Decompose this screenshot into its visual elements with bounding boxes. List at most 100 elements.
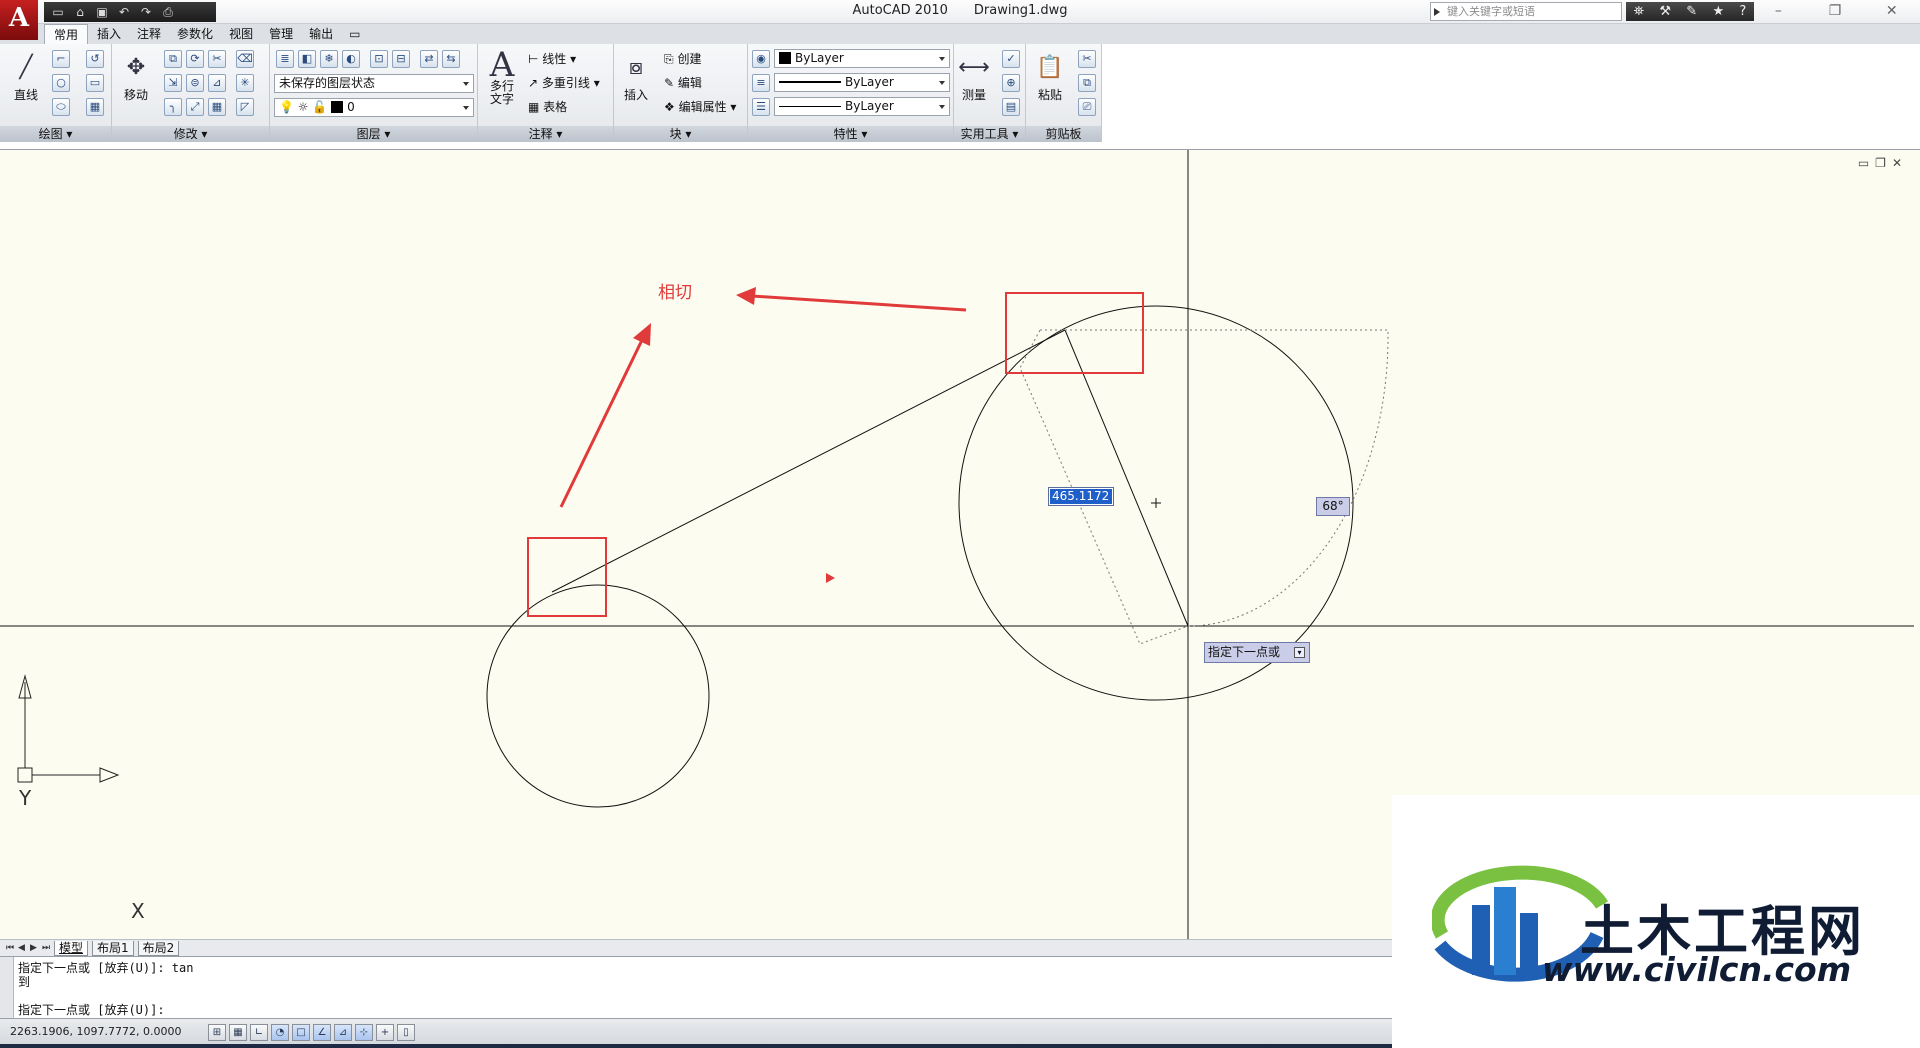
dynamic-input-icon[interactable]: ⊹ xyxy=(355,1024,373,1041)
tab-parametric[interactable]: 参数化 xyxy=(170,24,220,44)
grid-display-icon[interactable]: ▦ xyxy=(229,1024,247,1041)
tooltip-options-icon[interactable]: ▾ xyxy=(1294,647,1305,658)
rotate-icon[interactable]: ⟳ xyxy=(186,50,204,68)
copy-clip-icon[interactable]: ⧉ xyxy=(1078,74,1096,92)
rectangle-icon[interactable]: ▭ xyxy=(86,74,104,92)
lineweight-toggle-icon[interactable]: + xyxy=(376,1024,394,1041)
cut-icon[interactable]: ✂ xyxy=(1078,50,1096,68)
offset-icon[interactable]: ⊜ xyxy=(186,74,204,92)
ortho-mode-icon[interactable]: ∟ xyxy=(250,1024,268,1041)
snap-mode-icon[interactable]: ⊞ xyxy=(208,1024,226,1041)
layer-walk-icon[interactable]: ⇆ xyxy=(442,50,460,68)
tab-output[interactable]: 输出 xyxy=(302,24,340,44)
redo-icon[interactable]: ↷ xyxy=(138,5,154,19)
erase-icon[interactable]: ⌫ xyxy=(236,50,254,68)
polar-tracking-icon[interactable]: ◔ xyxy=(271,1024,289,1041)
last-tab-icon[interactable]: ⏭ xyxy=(42,943,50,953)
help-icon[interactable]: ? xyxy=(1739,4,1746,19)
circle-icon[interactable]: ○ xyxy=(52,74,70,92)
distance-input[interactable]: 465.1172 xyxy=(1048,487,1114,506)
tab-view[interactable]: 视图 xyxy=(222,24,260,44)
match-properties-icon[interactable]: ⎚ xyxy=(1078,98,1096,116)
layer-lock-icon[interactable]: ⊡ xyxy=(370,50,388,68)
undo-icon[interactable]: ↶ xyxy=(116,5,132,19)
layer-unlock-icon[interactable]: ⊟ xyxy=(392,50,410,68)
binoculars-icon[interactable]: ⛯ xyxy=(1634,4,1644,19)
panel-draw-label[interactable]: 绘图 ▾ xyxy=(0,126,111,142)
command-prompt[interactable]: 指定下一点或 [放弃(U)]: xyxy=(18,1001,165,1018)
layer-match-icon[interactable]: ⇄ xyxy=(420,50,438,68)
tab-model[interactable]: 模型 xyxy=(54,940,89,956)
layer-isolate-icon[interactable]: ◧ xyxy=(298,50,316,68)
angle-input[interactable]: 68° xyxy=(1316,497,1350,516)
panel-layer-label[interactable]: 图层 ▾ xyxy=(270,126,477,142)
hatch-icon[interactable]: ▦ xyxy=(86,98,104,116)
object-snap-icon[interactable]: □ xyxy=(292,1024,310,1041)
copy-icon[interactable]: ⧉ xyxy=(164,50,182,68)
quick-properties-icon[interactable]: ▯ xyxy=(397,1024,415,1041)
paste-button[interactable]: 📋 粘贴 xyxy=(1030,46,1070,103)
color-select[interactable]: ByLayer xyxy=(774,49,950,68)
panel-utilities-label[interactable]: 实用工具 ▾ xyxy=(954,126,1025,142)
layer-state-select[interactable]: 未保存的图层状态 xyxy=(274,74,474,93)
lineweight-icon[interactable]: ☰ xyxy=(752,98,770,116)
arc-icon[interactable]: ↺ xyxy=(86,50,104,68)
open-icon[interactable]: ⌂ xyxy=(72,5,88,19)
quick-select-icon[interactable]: ✓ xyxy=(1002,50,1020,68)
move-tool-button[interactable]: ✥ 移动 xyxy=(116,46,156,103)
ribbon-minimize-icon[interactable]: ▭ xyxy=(342,24,367,44)
command-line-grip[interactable] xyxy=(0,957,14,1019)
table-button[interactable]: ▦ 表格 xyxy=(528,98,567,115)
tab-manage[interactable]: 管理 xyxy=(262,24,300,44)
explode-icon[interactable]: ✳ xyxy=(236,74,254,92)
calculator-icon[interactable]: ▤ xyxy=(1002,98,1020,116)
stretch-icon[interactable]: ⇲ xyxy=(164,74,182,92)
close-button[interactable]: ✕ xyxy=(1863,0,1920,24)
help-search-input[interactable]: 键入关键字或短语 xyxy=(1430,2,1622,21)
next-tab-icon[interactable]: ▶ xyxy=(30,943,38,953)
edit-attributes-button[interactable]: ❖ 编辑属性 ▾ xyxy=(664,98,736,115)
measure-button[interactable]: ⟷ 测量 xyxy=(954,46,994,103)
insert-block-button[interactable]: ⧇ 插入 xyxy=(616,46,656,103)
layer-off-icon[interactable]: ◐ xyxy=(342,50,360,68)
panel-annotation-label[interactable]: 注释 ▾ xyxy=(478,126,613,142)
new-icon[interactable]: ▭ xyxy=(50,5,66,19)
tab-insert[interactable]: 插入 xyxy=(90,24,128,44)
linetype-icon[interactable]: ≡ xyxy=(752,74,770,92)
favorites-star-icon[interactable]: ★ xyxy=(1712,4,1724,19)
mtext-button[interactable]: A 多行 文字 xyxy=(482,44,522,106)
layer-select[interactable]: 💡 ☼ 🔓 0 xyxy=(274,98,474,117)
chamfer-icon[interactable]: ◸ xyxy=(236,98,254,116)
panel-clipboard-label[interactable]: 剪贴板 xyxy=(1026,126,1101,142)
line-tool-button[interactable]: ╱ 直线 xyxy=(6,46,46,103)
trim-icon[interactable]: ✂ xyxy=(208,50,226,68)
mirror-icon[interactable]: ⊿ xyxy=(208,74,226,92)
object-snap-tracking-icon[interactable]: ∠ xyxy=(313,1024,331,1041)
minimize-button[interactable]: – xyxy=(1750,0,1807,24)
panel-modify-label[interactable]: 修改 ▾ xyxy=(112,126,269,142)
fillet-icon[interactable]: ╮ xyxy=(164,98,182,116)
layer-freeze-icon[interactable]: ❄ xyxy=(320,50,338,68)
scale-icon[interactable]: ⤢ xyxy=(186,98,204,116)
subscription-icon[interactable]: ⚒ xyxy=(1659,4,1671,19)
color-wheel-icon[interactable]: ◉ xyxy=(752,50,770,68)
plot-icon[interactable]: ⎙ xyxy=(160,5,176,20)
communication-icon[interactable]: ✎ xyxy=(1686,4,1697,19)
layer-properties-icon[interactable]: ≣ xyxy=(276,50,294,68)
linetype-select[interactable]: ByLayer xyxy=(774,73,950,92)
panel-properties-label[interactable]: 特性 ▾ xyxy=(748,126,953,142)
prev-tab-icon[interactable]: ◀ xyxy=(18,943,26,953)
dynamic-ucs-icon[interactable]: ⊿ xyxy=(334,1024,352,1041)
lineweight-select[interactable]: ByLayer xyxy=(774,97,950,116)
panel-block-label[interactable]: 块 ▾ xyxy=(614,126,747,142)
tab-layout1[interactable]: 布局1 xyxy=(92,940,134,956)
create-block-button[interactable]: ⎘ 创建 xyxy=(664,50,701,67)
ellipse-icon[interactable]: ⬭ xyxy=(52,98,70,116)
array-icon[interactable]: ▦ xyxy=(208,98,226,116)
edit-block-button[interactable]: ✎ 编辑 xyxy=(664,74,702,91)
select-similar-icon[interactable]: ⊕ xyxy=(1002,74,1020,92)
polyline-icon[interactable]: ⌐ xyxy=(52,50,70,68)
linear-dim-button[interactable]: ⊢ 线性 ▾ xyxy=(528,50,576,67)
application-menu-button[interactable]: A xyxy=(0,0,38,40)
save-icon[interactable]: ▣ xyxy=(94,5,110,19)
